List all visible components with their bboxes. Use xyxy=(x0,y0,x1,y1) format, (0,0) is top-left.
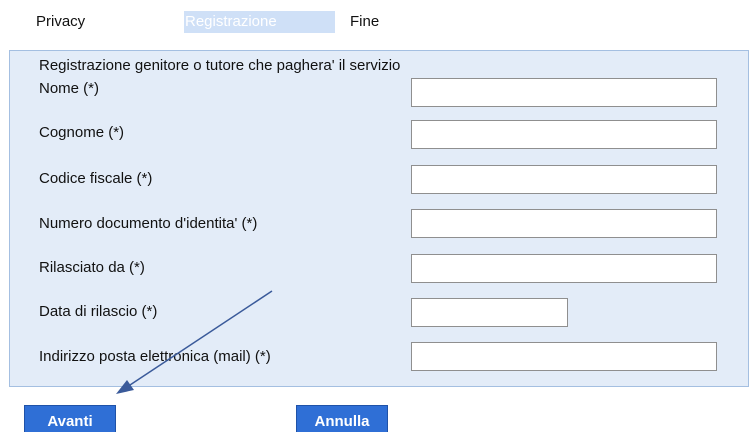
step-privacy[interactable]: Privacy xyxy=(36,11,85,33)
avanti-button[interactable]: Avanti xyxy=(24,405,116,432)
email-label: Indirizzo posta elettronica (mail) (*) xyxy=(39,348,271,365)
nome-input[interactable] xyxy=(411,78,717,107)
registration-page: Privacy Registrazione Fine Registrazione… xyxy=(0,0,751,432)
cognome-input[interactable] xyxy=(411,120,717,149)
codice-fiscale-label: Codice fiscale (*) xyxy=(39,170,153,187)
email-input[interactable] xyxy=(411,342,717,371)
form-heading: Registrazione genitore o tutore che pagh… xyxy=(39,57,401,74)
nome-label: Nome (*) xyxy=(39,80,100,97)
data-rilascio-label: Data di rilascio (*) xyxy=(39,303,158,320)
step-indicator: Privacy Registrazione Fine xyxy=(0,11,751,33)
cognome-label: Cognome (*) xyxy=(39,124,125,141)
numero-documento-label: Numero documento d'identita' (*) xyxy=(39,215,258,232)
annulla-button[interactable]: Annulla xyxy=(296,405,388,432)
codice-fiscale-input[interactable] xyxy=(411,165,717,194)
step-registrazione-active[interactable]: Registrazione xyxy=(184,11,335,33)
rilasciato-da-label: Rilasciato da (*) xyxy=(39,259,145,276)
data-rilascio-input[interactable] xyxy=(411,298,568,327)
step-fine[interactable]: Fine xyxy=(350,11,379,33)
registration-form-panel: Registrazione genitore o tutore che pagh… xyxy=(9,50,749,387)
rilasciato-da-input[interactable] xyxy=(411,254,717,283)
numero-documento-input[interactable] xyxy=(411,209,717,238)
